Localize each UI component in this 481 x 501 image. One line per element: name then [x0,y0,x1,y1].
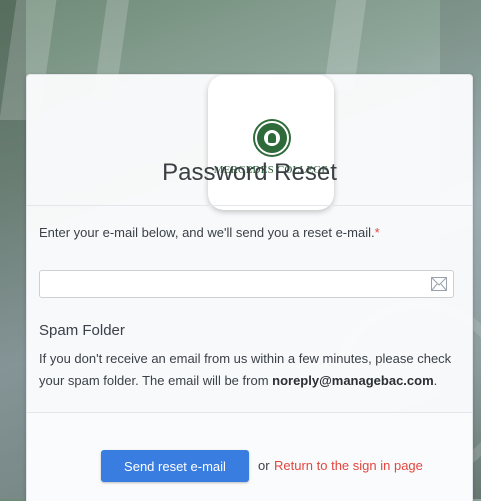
return-to-sign-in-link[interactable]: Return to the sign in page [274,458,423,473]
page-title: Password Reset [162,159,337,186]
or-text: or [258,458,270,473]
divider [27,205,472,206]
spam-folder-heading: Spam Folder [39,322,125,339]
form-footer: Send reset e-mail or Return to the sign … [27,412,472,501]
email-label: Enter your e-mail below, and we'll send … [39,225,380,240]
college-logo: MERCEDES COLLEGE [208,75,334,210]
sender-email: noreply@managebac.com [272,373,434,388]
send-reset-email-button[interactable]: Send reset e-mail [101,450,249,482]
spam-folder-text: If you don't receive an email from us wi… [39,351,452,388]
envelope-icon [431,277,447,291]
email-field[interactable] [39,270,454,298]
password-reset-card: MERCEDES COLLEGE Password Reset Enter yo… [26,74,473,501]
college-seal-icon [255,121,289,155]
required-mark: * [374,225,380,240]
